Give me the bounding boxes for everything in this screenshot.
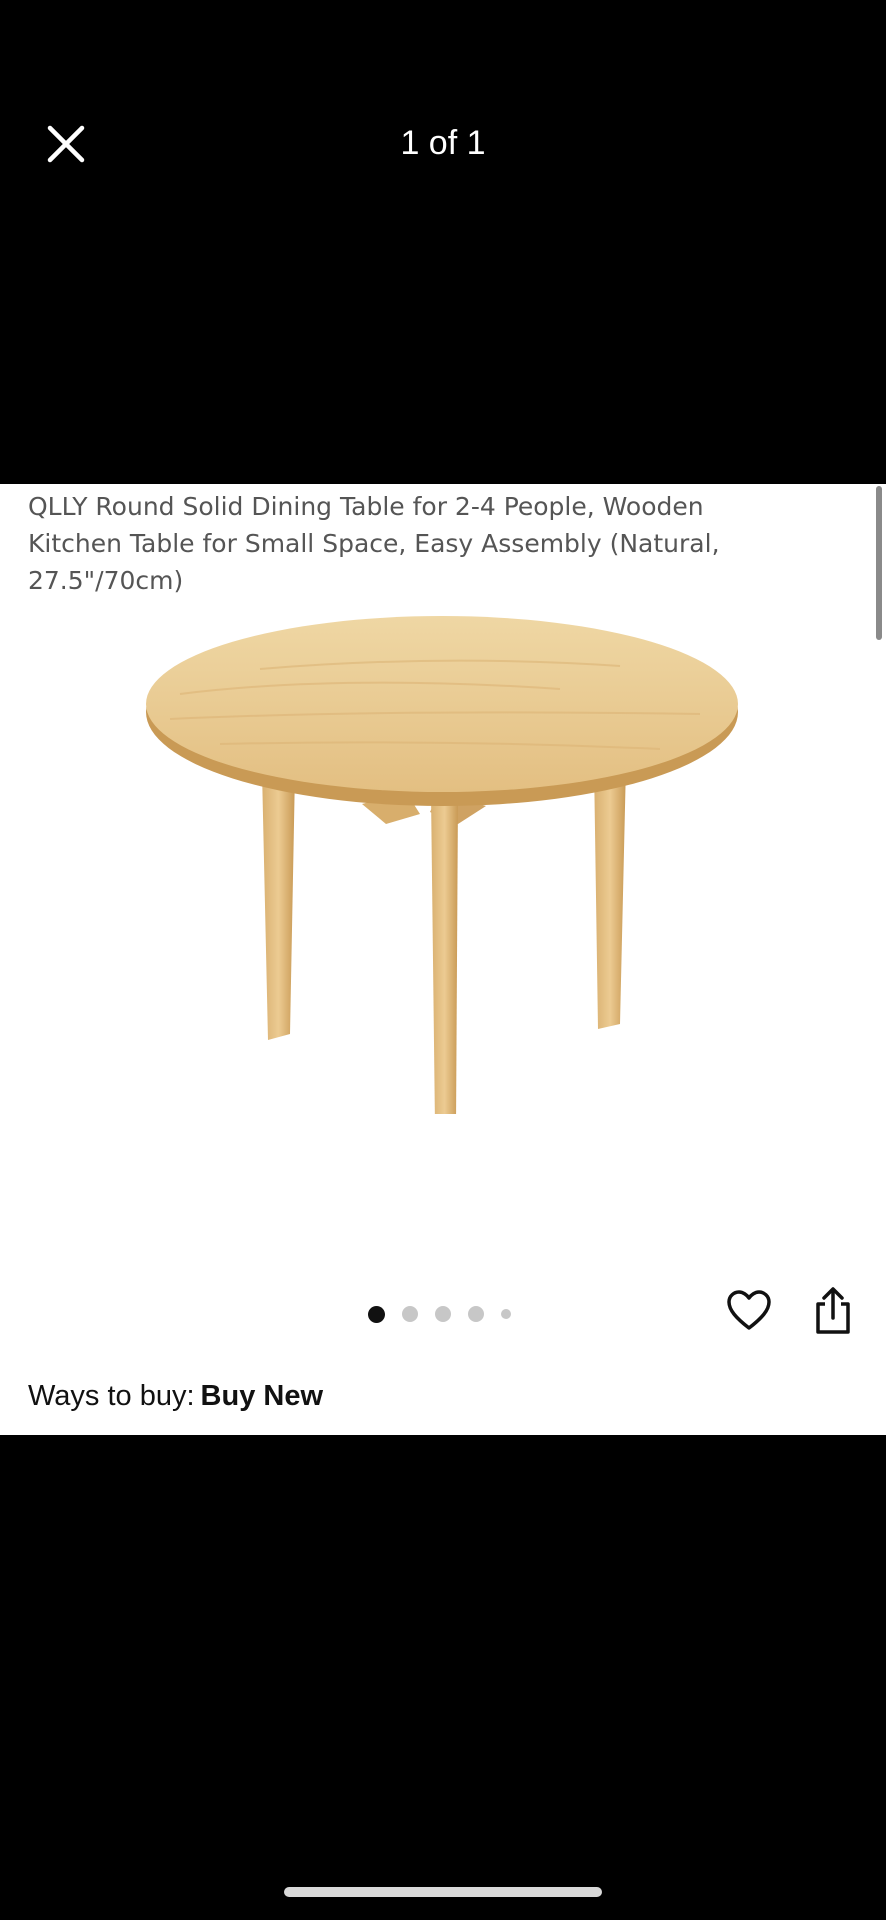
ways-to-buy[interactable]: Ways to buy: Buy New	[28, 1374, 323, 1418]
share-button[interactable]	[810, 1286, 856, 1336]
image-counter: 1 of 1	[400, 124, 486, 162]
product-card: QLLY Round Solid Dining Table for 2-4 Pe…	[0, 484, 886, 1435]
product-image[interactable]	[140, 614, 740, 1114]
carousel-dot[interactable]	[468, 1306, 484, 1322]
heart-icon	[727, 1290, 771, 1330]
carousel-dot[interactable]	[435, 1306, 451, 1322]
share-icon	[816, 1287, 850, 1334]
scrollbar[interactable]	[876, 486, 882, 640]
ways-to-buy-value[interactable]: Buy New	[201, 1380, 323, 1412]
carousel-dot[interactable]	[402, 1306, 418, 1322]
favorite-button[interactable]	[726, 1288, 772, 1334]
home-indicator[interactable]	[284, 1887, 602, 1897]
ways-to-buy-label: Ways to buy:	[28, 1380, 195, 1412]
carousel-dots	[368, 1302, 528, 1326]
product-title: QLLY Round Solid Dining Table for 2-4 Pe…	[28, 492, 720, 595]
viewer-header: 1 of 1	[0, 0, 886, 484]
carousel-dot[interactable]	[501, 1309, 511, 1319]
carousel-dot[interactable]	[368, 1305, 385, 1323]
